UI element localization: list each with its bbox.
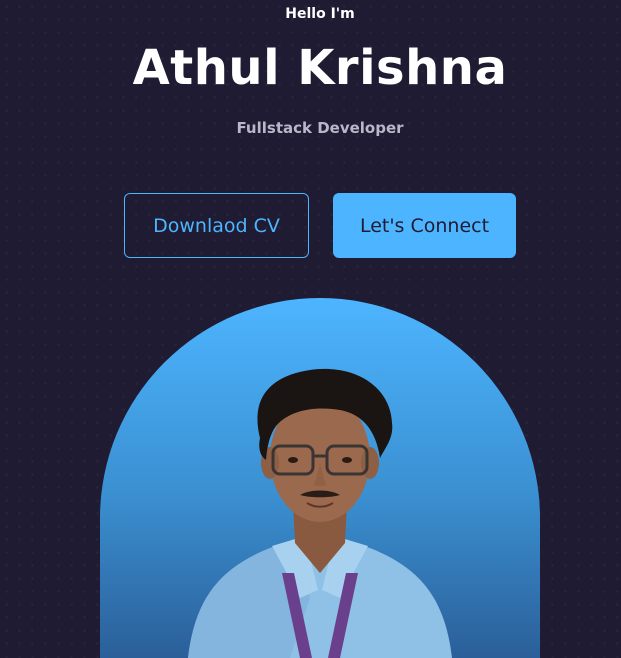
- lets-connect-button[interactable]: Let's Connect: [333, 193, 516, 258]
- profile-photo: [100, 298, 540, 658]
- hero-name: Athul Krishna: [132, 40, 508, 96]
- hero-role: Fullstack Developer: [236, 119, 404, 137]
- hero-greeting: Hello I'm: [285, 6, 355, 22]
- download-cv-button[interactable]: Downlaod CV: [124, 193, 309, 258]
- profile-photo-illustration: [188, 368, 452, 658]
- hero-section: Hello I'm Athul Krishna Fullstack Develo…: [0, 0, 621, 658]
